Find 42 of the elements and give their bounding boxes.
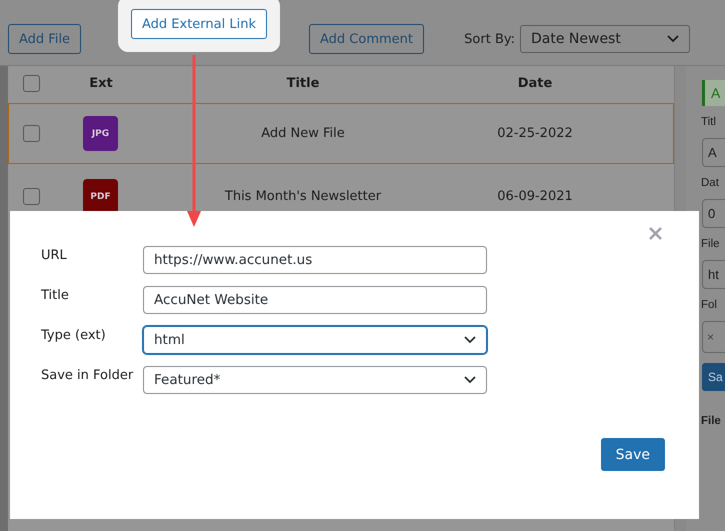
close-icon[interactable] [649, 227, 662, 240]
field-label: Dat [701, 177, 720, 189]
column-header: Date [516, 76, 554, 91]
column-header: Ext [88, 76, 114, 91]
table-row[interactable]: JPG Add New File 02-25-2022 [8, 103, 674, 164]
row-checkbox[interactable] [23, 188, 40, 205]
input-field[interactable]: AccuNet Website [143, 286, 487, 314]
table-cell-text: This Month's Newsletter [224, 189, 382, 204]
chevron-down-icon [667, 35, 679, 43]
table-cell-text: 06-09-2021 [496, 189, 574, 204]
section-heading: File [701, 415, 722, 427]
toolbar-button[interactable]: Add File [8, 24, 82, 54]
file-type-badge: PDF [83, 179, 118, 214]
sort-label: Sort By: [464, 32, 515, 46]
chevron-down-icon [464, 376, 476, 384]
field-label: File [701, 238, 721, 250]
sort-select[interactable]: Date Newest [520, 25, 690, 53]
table-cell-text: Add New File [260, 126, 346, 141]
input-field[interactable]: 0 [702, 199, 725, 228]
input-field[interactable]: ht [702, 260, 725, 289]
table-cell-text: 02-25-2022 [496, 126, 574, 141]
file-type-badge: JPG [83, 116, 118, 151]
field-label: Save in Folder [41, 367, 134, 383]
column-header: Title [286, 76, 320, 91]
field-label: Type (ext) [41, 327, 107, 343]
notice-banner: A [702, 80, 725, 106]
select-field[interactable]: Featured* [143, 366, 487, 394]
row-checkbox[interactable] [23, 125, 40, 142]
select-all-checkbox[interactable] [23, 75, 40, 92]
tag-field[interactable]: × [702, 321, 725, 353]
field-label: Titl [701, 116, 717, 128]
toolbar-button[interactable]: Add Comment [309, 24, 424, 54]
scrollbar[interactable] [0, 66, 8, 531]
select-field[interactable]: html [143, 326, 487, 354]
save-button[interactable]: Sa [702, 363, 725, 391]
chevron-down-icon [464, 336, 476, 344]
field-label: URL [41, 247, 68, 263]
input-field[interactable]: https://www.accunet.us [143, 246, 487, 274]
input-field[interactable]: A [702, 138, 725, 167]
save-button[interactable]: Save [600, 438, 665, 471]
field-label: Title [41, 287, 70, 303]
field-label: Fol [701, 299, 718, 311]
